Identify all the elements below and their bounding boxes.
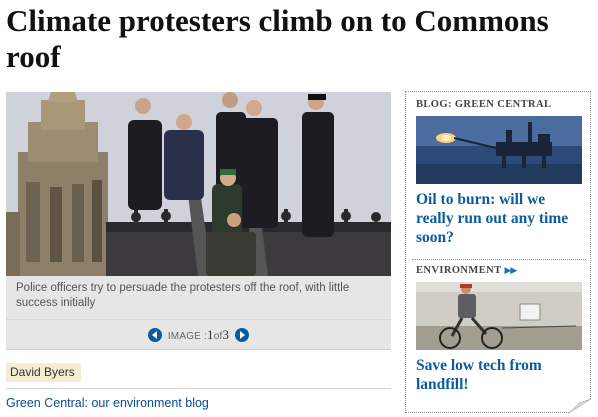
double-chevron-right-icon: ▶▶ — [504, 266, 518, 276]
article-headline: Climate protesters climb on to Commons r… — [6, 3, 549, 74]
sidebar-section-label-environment[interactable]: ENVIRONMENT ▶▶ — [416, 265, 582, 276]
gallery-navigation: IMAGE :1of3 — [6, 320, 391, 350]
environment-label: ENVIRONMENT — [416, 265, 502, 276]
chevron-left-icon[interactable] — [147, 327, 162, 342]
divider — [6, 388, 391, 389]
image-total: 3 — [222, 326, 230, 342]
cyclist-thumbnail[interactable] — [416, 282, 582, 350]
image-counter-prefix: IMAGE : — [167, 330, 208, 342]
author-byline[interactable]: David Byers — [6, 363, 81, 382]
image-current: 1 — [207, 326, 214, 342]
sidebar-divider — [412, 259, 586, 260]
article-photo[interactable] — [6, 92, 391, 276]
page-curl-icon — [569, 399, 591, 413]
sidebar-item-green-central: BLOG: GREEN CENTRAL Oil to burn: will we… — [416, 99, 582, 247]
article-image-gallery: Police officers try to persuade the prot… — [6, 92, 391, 350]
sidebar-headline-link-environment[interactable]: Save low tech from landfill! — [416, 356, 582, 394]
sidebar-headline-link[interactable]: Oil to burn: will we really run out any … — [416, 190, 582, 247]
image-counter: IMAGE :1of3 — [168, 327, 229, 343]
green-central-blog-link[interactable]: Green Central: our environment blog — [6, 396, 209, 410]
sidebar-panel: BLOG: GREEN CENTRAL Oil to burn: will we… — [405, 91, 591, 413]
sidebar-item-environment: ENVIRONMENT ▶▶ Save low tech from landfil… — [416, 265, 582, 394]
chevron-right-icon[interactable] — [235, 327, 250, 342]
oil-rig-thumbnail[interactable] — [416, 116, 582, 184]
sidebar-section-label[interactable]: BLOG: GREEN CENTRAL — [416, 99, 582, 110]
image-caption: Police officers try to persuade the prot… — [6, 276, 391, 320]
